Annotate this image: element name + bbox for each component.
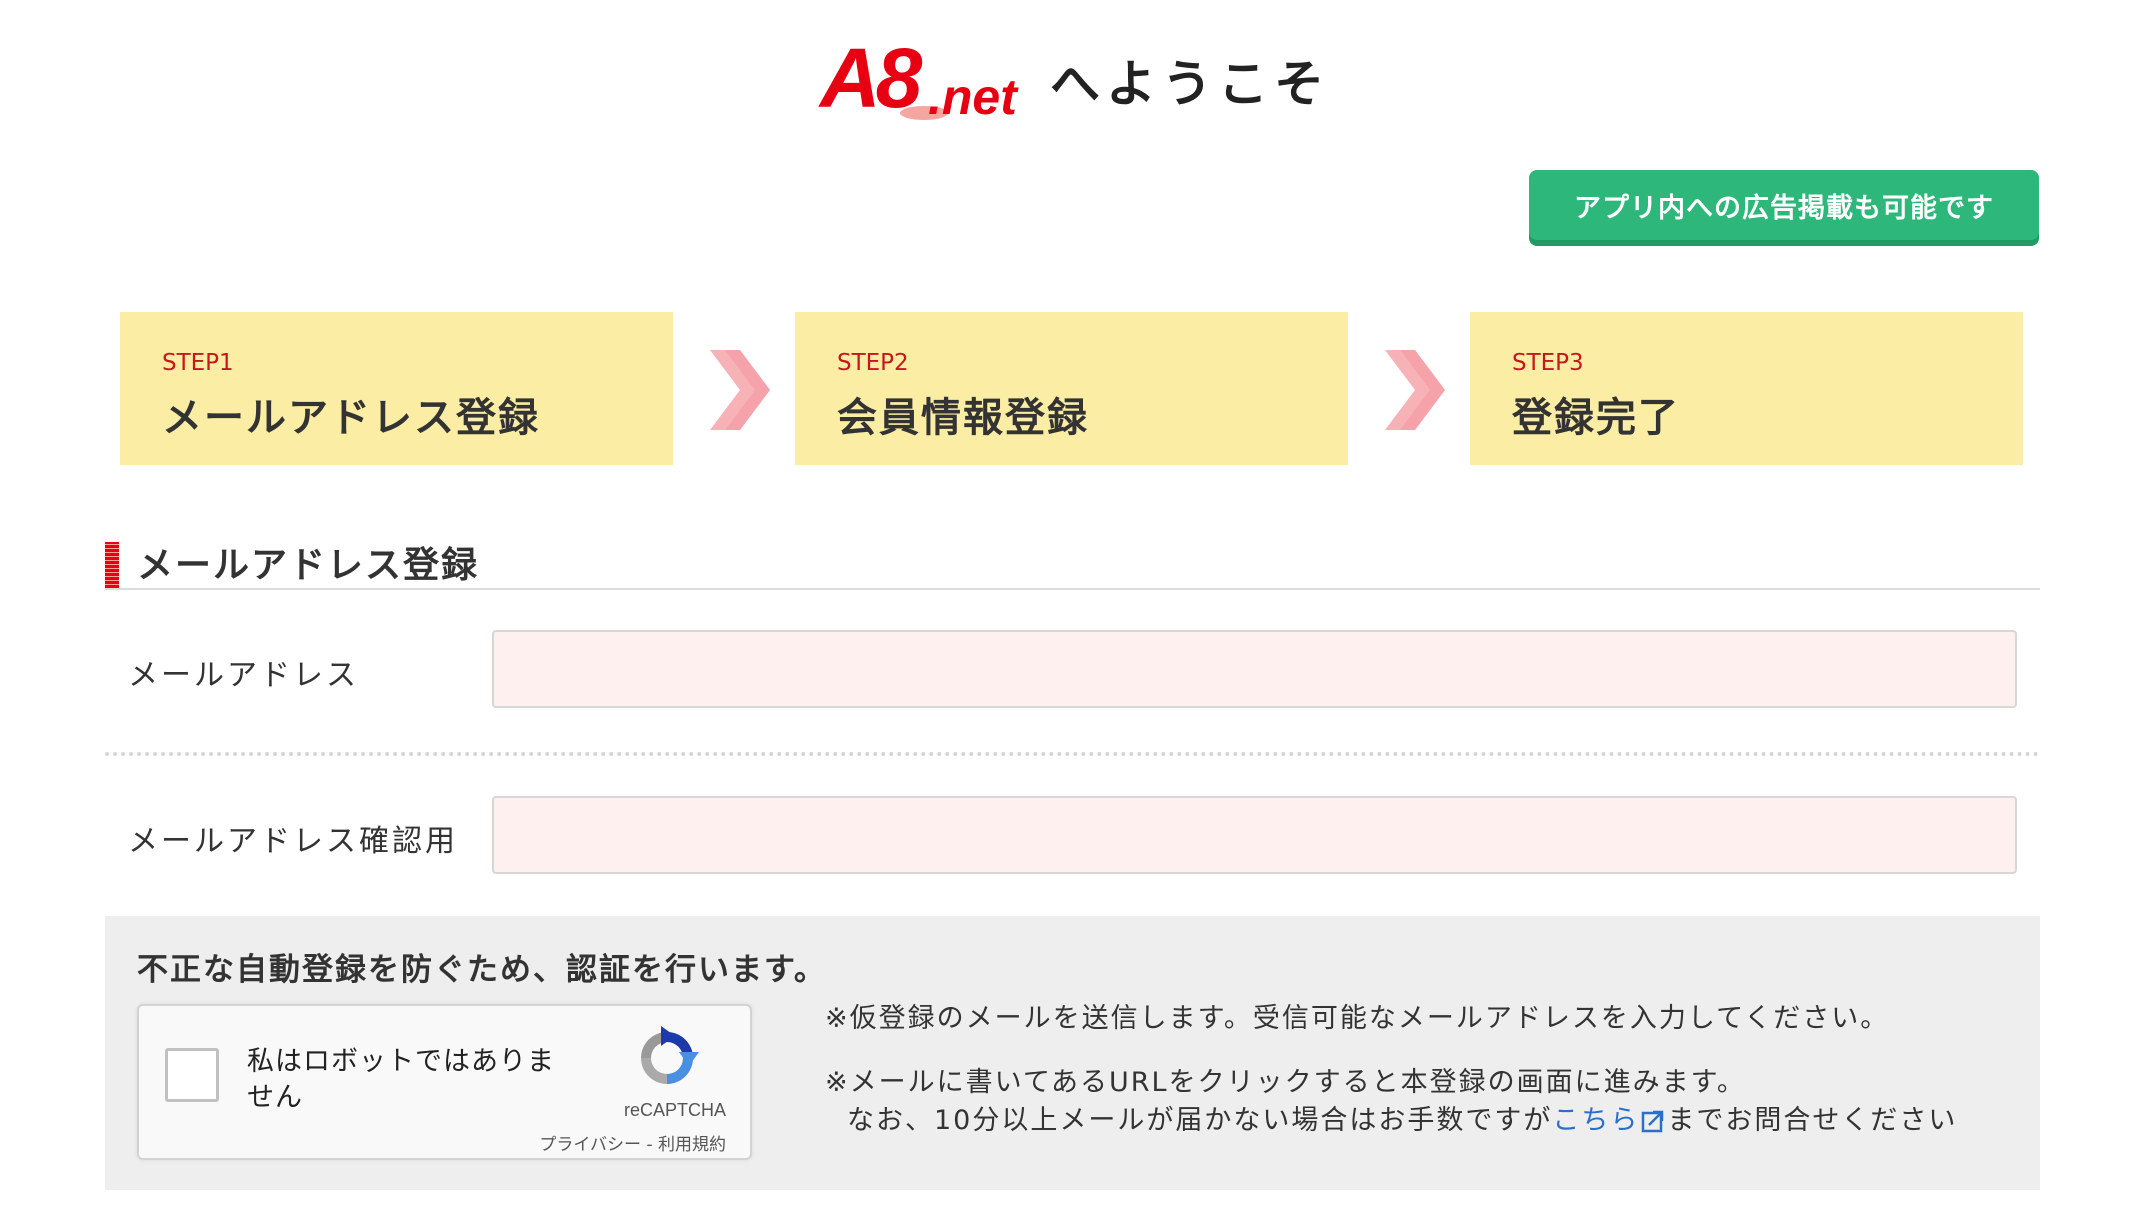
chevron-right-icon	[1385, 350, 1445, 430]
step-2-number: STEP2	[837, 350, 909, 376]
site-header: A8 .net へようこそ	[0, 30, 2140, 140]
captcha-panel: 不正な自動登録を防ぐため、認証を行います。 私はロボットではありません reCA…	[105, 916, 2040, 1190]
note-line-3-suffix: までお問合せください	[1667, 1105, 1958, 1136]
captcha-heading: 不正な自動登録を防ぐため、認証を行います。	[137, 952, 827, 988]
external-link-icon[interactable]	[1641, 1109, 1665, 1133]
recaptcha-terms-link[interactable]: 利用規約	[658, 1135, 726, 1155]
row-divider	[105, 752, 2040, 756]
recaptcha-link-separator: -	[641, 1135, 658, 1155]
section-heading: メールアドレス登録	[105, 532, 2040, 590]
email-label: メールアドレス	[128, 658, 359, 693]
recaptcha-checkbox[interactable]	[165, 1048, 219, 1102]
recaptcha-links: プライバシー - 利用規約	[539, 1130, 726, 1155]
step-2-title: 会員情報登録	[837, 395, 1089, 441]
email-confirm-label: メールアドレス確認用	[128, 824, 458, 859]
step-2: STEP2 会員情報登録	[795, 312, 1348, 465]
contact-link[interactable]: こちら	[1552, 1105, 1639, 1136]
recaptcha-label: 私はロボットではありません	[247, 1046, 555, 1113]
step-1: STEP1 メールアドレス登録	[120, 312, 673, 465]
note-line-1: ※仮登録のメールを送信します。受信可能なメールアドレスを入力してください。	[825, 1003, 1890, 1034]
email-confirm-input[interactable]	[492, 796, 2017, 874]
app-ad-button[interactable]: アプリ内への広告掲載も可能です	[1529, 170, 2039, 240]
section-title: メールアドレス登録	[137, 545, 480, 586]
note-line-2: ※メールに書いてあるURLをクリックすると本登録の画面に進みます。	[825, 1067, 1746, 1098]
recaptcha-brand: reCAPTCHA	[623, 1100, 726, 1120]
welcome-text: へようこそ	[1050, 55, 1330, 113]
a8net-logo[interactable]: A8 .net	[810, 30, 1040, 140]
step-3-title: 登録完了	[1512, 395, 1680, 441]
recaptcha-widget: 私はロボットではありません reCAPTCHA プライバシー - 利用規約	[137, 1004, 752, 1160]
recaptcha-logo-icon	[641, 1026, 699, 1084]
step-3-number: STEP3	[1512, 350, 1584, 376]
recaptcha-privacy-link[interactable]: プライバシー	[539, 1135, 641, 1155]
chevron-right-icon	[710, 350, 770, 430]
note-line-3: なお、10分以上メールが届かない場合はお手数ですがこちら までお問合せください	[847, 1098, 1957, 1137]
logo-main-text: A8	[820, 31, 922, 125]
step-1-title: メールアドレス登録	[162, 395, 540, 441]
email-input[interactable]	[492, 630, 2017, 708]
step-1-number: STEP1	[162, 350, 234, 376]
note-line-3-prefix: なお、10分以上メールが届かない場合はお手数ですが	[847, 1105, 1553, 1136]
section-marker	[105, 542, 119, 588]
step-3: STEP3 登録完了	[1470, 312, 2023, 465]
logo-sub-text: .net	[928, 69, 1017, 125]
